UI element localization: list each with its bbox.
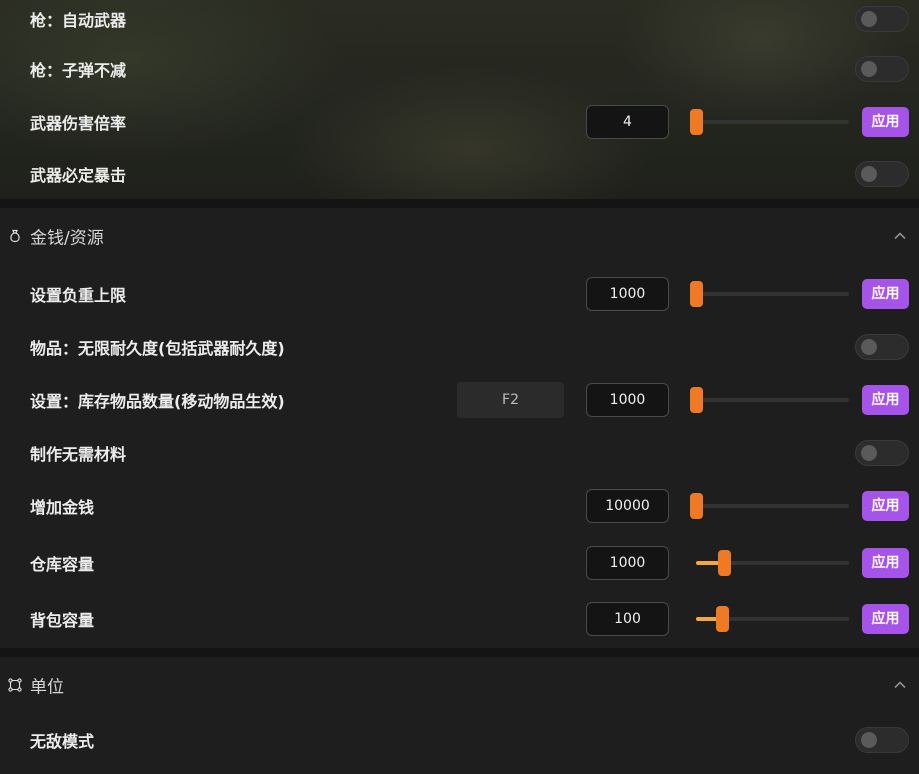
setting-row-warehouse-capacity: 仓库容量 1000 应用 xyxy=(0,541,919,585)
setting-row-infinite-durability: 物品：无限耐久度(包括武器耐久度) xyxy=(0,325,919,369)
infinite-durability-toggle[interactable] xyxy=(855,334,909,360)
apply-button[interactable]: 应用 xyxy=(862,107,909,137)
god-mode-toggle[interactable] xyxy=(855,727,909,753)
slider-thumb[interactable] xyxy=(717,550,731,576)
warehouse-capacity-slider[interactable] xyxy=(696,550,849,576)
damage-multiplier-input[interactable]: 4 xyxy=(586,105,669,139)
add-money-input[interactable]: 10000 xyxy=(586,489,669,523)
setting-row-god-mode: 无敌模式 xyxy=(0,718,919,762)
backpack-capacity-input[interactable]: 100 xyxy=(586,602,669,636)
setting-row-infinite-ammo: 枪：子弹不减 xyxy=(0,47,919,91)
setting-label: 枪：子弹不减 xyxy=(30,61,127,80)
apply-button[interactable]: 应用 xyxy=(862,279,909,309)
slider-thumb[interactable] xyxy=(690,281,703,307)
slider-thumb[interactable] xyxy=(690,387,703,413)
chevron-up-icon[interactable] xyxy=(893,678,907,692)
apply-button[interactable]: 应用 xyxy=(862,491,909,521)
inventory-count-input[interactable]: 1000 xyxy=(586,383,669,417)
setting-label: 武器伤害倍率 xyxy=(30,114,127,133)
setting-row-backpack-capacity: 背包容量 100 应用 xyxy=(0,597,919,641)
toggle-knob xyxy=(861,61,877,77)
apply-button[interactable]: 应用 xyxy=(862,385,909,415)
add-money-slider[interactable] xyxy=(690,493,849,519)
damage-multiplier-slider[interactable] xyxy=(690,109,849,135)
section-header-money[interactable]: 金钱/资源 xyxy=(0,208,919,264)
warehouse-capacity-input[interactable]: 1000 xyxy=(586,546,669,580)
setting-row-no-craft-materials: 制作无需材料 xyxy=(0,431,919,475)
toggle-knob xyxy=(861,445,877,461)
setting-row-auto-weapon: 枪：自动武器 xyxy=(0,0,919,41)
carry-limit-slider[interactable] xyxy=(690,281,849,307)
auto-weapon-toggle[interactable] xyxy=(855,6,909,32)
slider-thumb[interactable] xyxy=(690,109,703,135)
hotkey-button[interactable]: F2 xyxy=(457,382,564,418)
unit-nodes-icon xyxy=(8,678,22,692)
apply-button[interactable]: 应用 xyxy=(862,604,909,634)
setting-label: 背包容量 xyxy=(30,611,95,630)
toggle-knob xyxy=(861,166,877,182)
slider-thumb[interactable] xyxy=(716,606,729,632)
setting-label: 设置负重上限 xyxy=(30,286,127,305)
setting-label: 仓库容量 xyxy=(30,555,95,574)
no-craft-materials-toggle[interactable] xyxy=(855,440,909,466)
setting-label: 制作无需材料 xyxy=(30,445,127,464)
section-title: 单位 xyxy=(30,677,64,698)
toggle-knob xyxy=(861,732,877,748)
toggle-knob xyxy=(861,11,877,27)
setting-label: 物品：无限耐久度(包括武器耐久度) xyxy=(30,339,285,358)
toggle-knob xyxy=(861,339,877,355)
setting-row-add-money: 增加金钱 10000 应用 xyxy=(0,484,919,528)
section-divider xyxy=(0,199,919,208)
setting-label: 设置：库存物品数量(移动物品生效) xyxy=(30,392,285,411)
guaranteed-crit-toggle[interactable] xyxy=(855,161,909,187)
setting-label: 枪：自动武器 xyxy=(30,11,127,30)
setting-row-damage-multiplier: 武器伤害倍率 4 应用 xyxy=(0,100,919,144)
chevron-up-icon[interactable] xyxy=(893,229,907,243)
infinite-ammo-toggle[interactable] xyxy=(855,56,909,82)
money-bag-icon xyxy=(10,229,20,243)
section-title: 金钱/资源 xyxy=(30,228,104,249)
backpack-capacity-slider[interactable] xyxy=(696,606,849,632)
setting-label: 无敌模式 xyxy=(30,732,95,751)
setting-label: 武器必定暴击 xyxy=(30,166,127,185)
carry-limit-input[interactable]: 1000 xyxy=(586,277,669,311)
setting-row-inventory-count: 设置：库存物品数量(移动物品生效) F2 1000 应用 xyxy=(0,378,919,422)
inventory-count-slider[interactable] xyxy=(690,387,849,413)
apply-button[interactable]: 应用 xyxy=(862,548,909,578)
section-divider xyxy=(0,648,919,657)
setting-row-guaranteed-crit: 武器必定暴击 xyxy=(0,152,919,196)
section-header-unit[interactable]: 单位 xyxy=(0,657,919,713)
slider-thumb[interactable] xyxy=(690,493,703,519)
setting-row-carry-limit: 设置负重上限 1000 应用 xyxy=(0,272,919,316)
setting-label: 增加金钱 xyxy=(30,498,95,517)
